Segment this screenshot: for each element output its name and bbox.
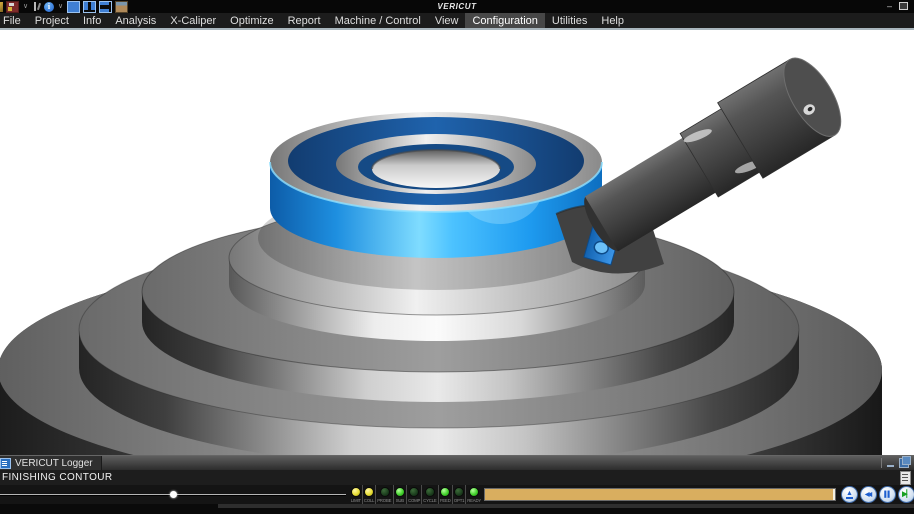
menu-item-project[interactable]: Project — [28, 13, 76, 28]
menu-item-file[interactable]: File — [0, 13, 28, 28]
viewport-3d-scene[interactable] — [0, 30, 914, 455]
playback-controls: ▲ ◀◀ ▌▌ ▶▏ ▶ — [841, 486, 914, 503]
divider — [881, 458, 882, 468]
menu-item-configuration[interactable]: Configuration — [465, 13, 545, 28]
slider-thumb[interactable] — [169, 491, 177, 498]
menu-item-info[interactable]: Info — [76, 13, 108, 28]
machined-part-render — [0, 57, 882, 455]
cycle-led-icon — [425, 487, 436, 497]
log-list-icon[interactable] — [900, 471, 911, 485]
logger-message: FINISHING CONTOUR — [2, 472, 113, 483]
vericut-logger-panel: VERICUT Logger FINISHING CONTOUR LIMIT C… — [0, 455, 914, 505]
eject-icon: ▲ — [846, 489, 853, 499]
logger-icon — [0, 457, 11, 469]
app-title: VERICUT — [437, 2, 477, 11]
panel-minimize-icon[interactable] — [887, 464, 894, 467]
pause-icon: ▌▌ — [884, 491, 891, 498]
status-indicators: LIMIT COLL PROBE SUB COMP CYCLE FEED OPT… — [350, 485, 482, 505]
menu-item-machine-control[interactable]: Machine / Control — [328, 13, 428, 28]
bottom-strip — [0, 504, 914, 514]
step-button[interactable]: ▶▏ — [898, 486, 914, 503]
indicator-ready: READY — [466, 485, 482, 505]
nc-program-progress-bar — [484, 488, 836, 501]
maximize-icon[interactable] — [899, 2, 908, 10]
menu-item-optimize[interactable]: Optimize — [223, 13, 280, 28]
indicator-opt1: OPT1 — [453, 485, 466, 505]
menu-item-x-caliper[interactable]: X-Caliper — [163, 13, 223, 28]
sub-led-icon — [394, 487, 405, 497]
simulation-controls-row: LIMIT COLL PROBE SUB COMP CYCLE FEED OPT… — [0, 485, 914, 505]
indicator-cycle: CYCLE — [422, 485, 439, 505]
logger-tab-strip: VERICUT Logger — [0, 456, 914, 470]
indicator-sub: SUB — [394, 485, 408, 505]
logger-message-row: FINISHING CONTOUR — [0, 470, 914, 485]
probe-led-icon — [379, 487, 390, 497]
comp-led-icon — [409, 487, 420, 497]
limit-led-icon — [351, 487, 362, 497]
step-icon: ▶▏ — [902, 490, 912, 498]
pause-button[interactable]: ▌▌ — [879, 486, 896, 503]
progress-fill — [485, 489, 835, 500]
rewind-button[interactable]: ◀◀ — [860, 486, 877, 503]
simulation-progress-slider[interactable] — [0, 485, 346, 505]
vericut-window: ∨ i ∨ VERICUT – + ? File Project Info An… — [0, 0, 914, 514]
menu-bar: File Project Info Analysis X-Caliper Opt… — [0, 13, 914, 28]
opt1-led-icon — [453, 487, 464, 497]
title-bar: ∨ i ∨ VERICUT – — [0, 0, 914, 13]
indicator-probe: PROBE — [376, 485, 394, 505]
panel-float-icon[interactable] — [899, 456, 911, 468]
ready-led-icon — [468, 487, 479, 497]
minimize-icon[interactable]: – — [887, 2, 892, 11]
window-controls: – — [887, 2, 908, 11]
rewind-icon: ◀◀ — [864, 491, 872, 498]
logger-panel-controls — [881, 456, 911, 469]
logger-tab[interactable]: VERICUT Logger — [0, 456, 102, 470]
logger-tab-label: VERICUT Logger — [15, 457, 93, 469]
indicator-limit: LIMIT — [350, 485, 364, 505]
menu-item-help[interactable]: Help — [594, 13, 631, 28]
feed-led-icon — [440, 487, 451, 497]
menu-item-analysis[interactable]: Analysis — [108, 13, 163, 28]
indicator-comp: COMP — [407, 485, 423, 505]
indicator-coll: COLL — [363, 485, 377, 505]
indicator-feed: FEED — [439, 485, 453, 505]
menu-item-utilities[interactable]: Utilities — [545, 13, 594, 28]
menu-item-report[interactable]: Report — [281, 13, 328, 28]
coll-led-icon — [364, 487, 375, 497]
menu-item-view[interactable]: View — [428, 13, 466, 28]
eject-button[interactable]: ▲ — [841, 486, 858, 503]
